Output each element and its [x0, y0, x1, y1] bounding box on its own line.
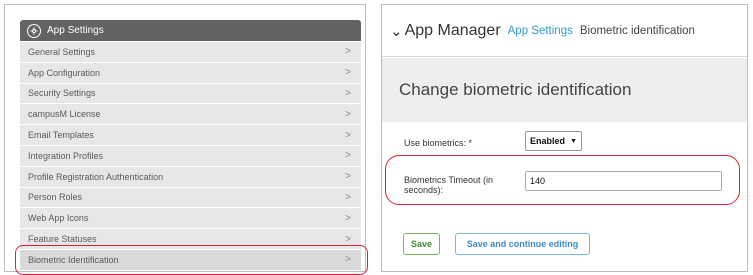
menu-item-label: General Settings — [28, 46, 96, 57]
menu-item-person-roles[interactable]: Person Roles > — [20, 187, 361, 209]
page-heading-area: Change biometric identification — [382, 58, 747, 122]
breadcrumb-current: Biometric identification — [579, 24, 695, 37]
biometrics-timeout-input[interactable] — [525, 171, 722, 191]
menu-item-security-settings[interactable]: Security Settings > — [20, 83, 361, 105]
breadcrumb: ⌄ App Manager App Settings Biometric ide… — [382, 5, 747, 57]
menu-item-email-templates[interactable]: Email Templates > — [20, 125, 361, 146]
biometrics-timeout-label: Biometrics Timeout (in seconds): — [404, 175, 494, 195]
menu-item-label: Feature Statuses — [28, 234, 97, 245]
chevron-right-icon: > — [345, 171, 351, 183]
dropdown-arrow-icon: ▼ — [570, 137, 577, 145]
menu-item-web-app-icons[interactable]: Web App Icons > — [20, 208, 361, 230]
select-value: Enabled — [530, 136, 566, 146]
menu-item-app-configuration[interactable]: App Configuration > — [20, 62, 361, 84]
menu-item-label: App Configuration — [28, 67, 101, 78]
app-settings-title: App Settings — [47, 25, 104, 36]
chevron-right-icon: > — [345, 67, 351, 79]
app-manager-panel: ⌄ App Manager App Settings Biometric ide… — [381, 4, 748, 272]
menu-item-label: Web App Icons — [28, 213, 89, 224]
chevron-right-icon: > — [345, 46, 351, 58]
menu-item-label: campusM License — [28, 109, 101, 120]
chevron-right-icon: > — [345, 150, 351, 162]
menu-item-campusm-license[interactable]: campusM License > — [20, 104, 361, 126]
breadcrumb-app-settings-link[interactable]: App Settings — [508, 25, 573, 37]
use-biometrics-select[interactable]: Enabled ▼ — [525, 131, 582, 151]
save-and-continue-button[interactable]: Save and continue editing — [455, 233, 590, 255]
menu-item-label: Security Settings — [28, 88, 96, 99]
app-settings-header[interactable]: App Settings — [20, 20, 361, 41]
save-button[interactable]: Save — [403, 233, 440, 255]
menu-item-label: Profile Registration Authentication — [28, 171, 164, 182]
chevron-right-icon: > — [345, 108, 351, 120]
menu-item-feature-statuses[interactable]: Feature Statuses > — [20, 229, 361, 250]
chevron-right-icon: > — [345, 233, 351, 245]
page-title: Change biometric identification — [399, 80, 632, 99]
chevron-right-icon: > — [345, 129, 351, 141]
menu-item-label: Person Roles — [28, 192, 83, 203]
chevron-right-icon: > — [345, 212, 351, 224]
chevron-right-icon: > — [345, 191, 351, 203]
menu-item-label: Integration Profiles — [28, 150, 104, 161]
gear-icon — [27, 23, 41, 38]
chevron-down-icon[interactable]: ⌄ — [390, 22, 403, 40]
app-settings-panel: App Settings General Settings > App Conf… — [4, 4, 368, 275]
menu-item-label: Biometric Identification — [28, 254, 119, 265]
chevron-right-icon: > — [345, 254, 351, 266]
menu-item-label: Email Templates — [28, 130, 94, 141]
menu-item-profile-registration-authentication[interactable]: Profile Registration Authentication > — [20, 166, 361, 188]
menu-item-integration-profiles[interactable]: Integration Profiles > — [20, 145, 361, 167]
chevron-right-icon: > — [345, 87, 351, 99]
menu-item-biometric-identification[interactable]: Biometric Identification > — [20, 249, 361, 271]
use-biometrics-label: Use biometrics: * — [404, 138, 473, 148]
menu-item-general-settings[interactable]: General Settings > — [20, 42, 361, 63]
app-manager-title[interactable]: App Manager — [405, 22, 501, 40]
settings-menu-list: General Settings > App Configuration > S… — [20, 42, 361, 271]
